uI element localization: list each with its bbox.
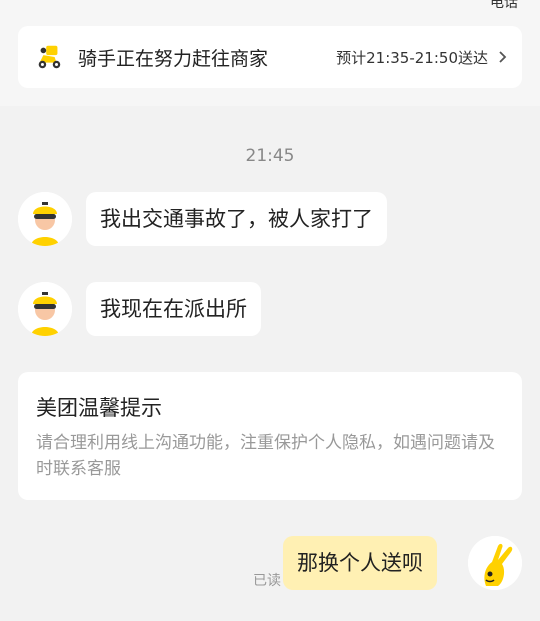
delivery-status-text: 骑手正在努力赶往商家	[78, 47, 269, 70]
user-avatar[interactable]	[468, 536, 522, 590]
rider-avatar-icon	[18, 192, 72, 246]
message-timestamp: 21:45	[245, 146, 295, 166]
rider-message-bubble[interactable]: 我现在在派出所	[86, 282, 261, 336]
delivery-scooter-icon	[38, 45, 61, 69]
tip-title: 美团温馨提示	[36, 396, 162, 420]
kangaroo-avatar-icon	[468, 536, 522, 590]
eta-text: 预计21:35-21:50送达	[336, 48, 488, 67]
rider-avatar-icon	[18, 282, 72, 336]
rider-avatar[interactable]	[18, 282, 72, 336]
chat-background	[0, 106, 540, 621]
call-link[interactable]: 电话	[490, 0, 518, 12]
order-status-card[interactable]: 骑手正在努力赶往商家 预计21:35-21:50送达	[18, 26, 522, 88]
safety-tip-card: 美团温馨提示 请合理利用线上沟通功能，注重保护个人隐私，如遇问题请及时联系客服	[18, 372, 522, 500]
my-message-bubble[interactable]: 那换个人送呗	[283, 536, 437, 590]
chevron-right-icon	[499, 51, 507, 63]
rider-avatar[interactable]	[18, 192, 72, 246]
tip-body: 请合理利用线上沟通功能，注重保护个人隐私，如遇问题请及时联系客服	[36, 433, 495, 479]
read-status: 已读	[253, 573, 281, 589]
rider-message-bubble[interactable]: 我出交通事故了，被人家打了	[86, 192, 387, 246]
